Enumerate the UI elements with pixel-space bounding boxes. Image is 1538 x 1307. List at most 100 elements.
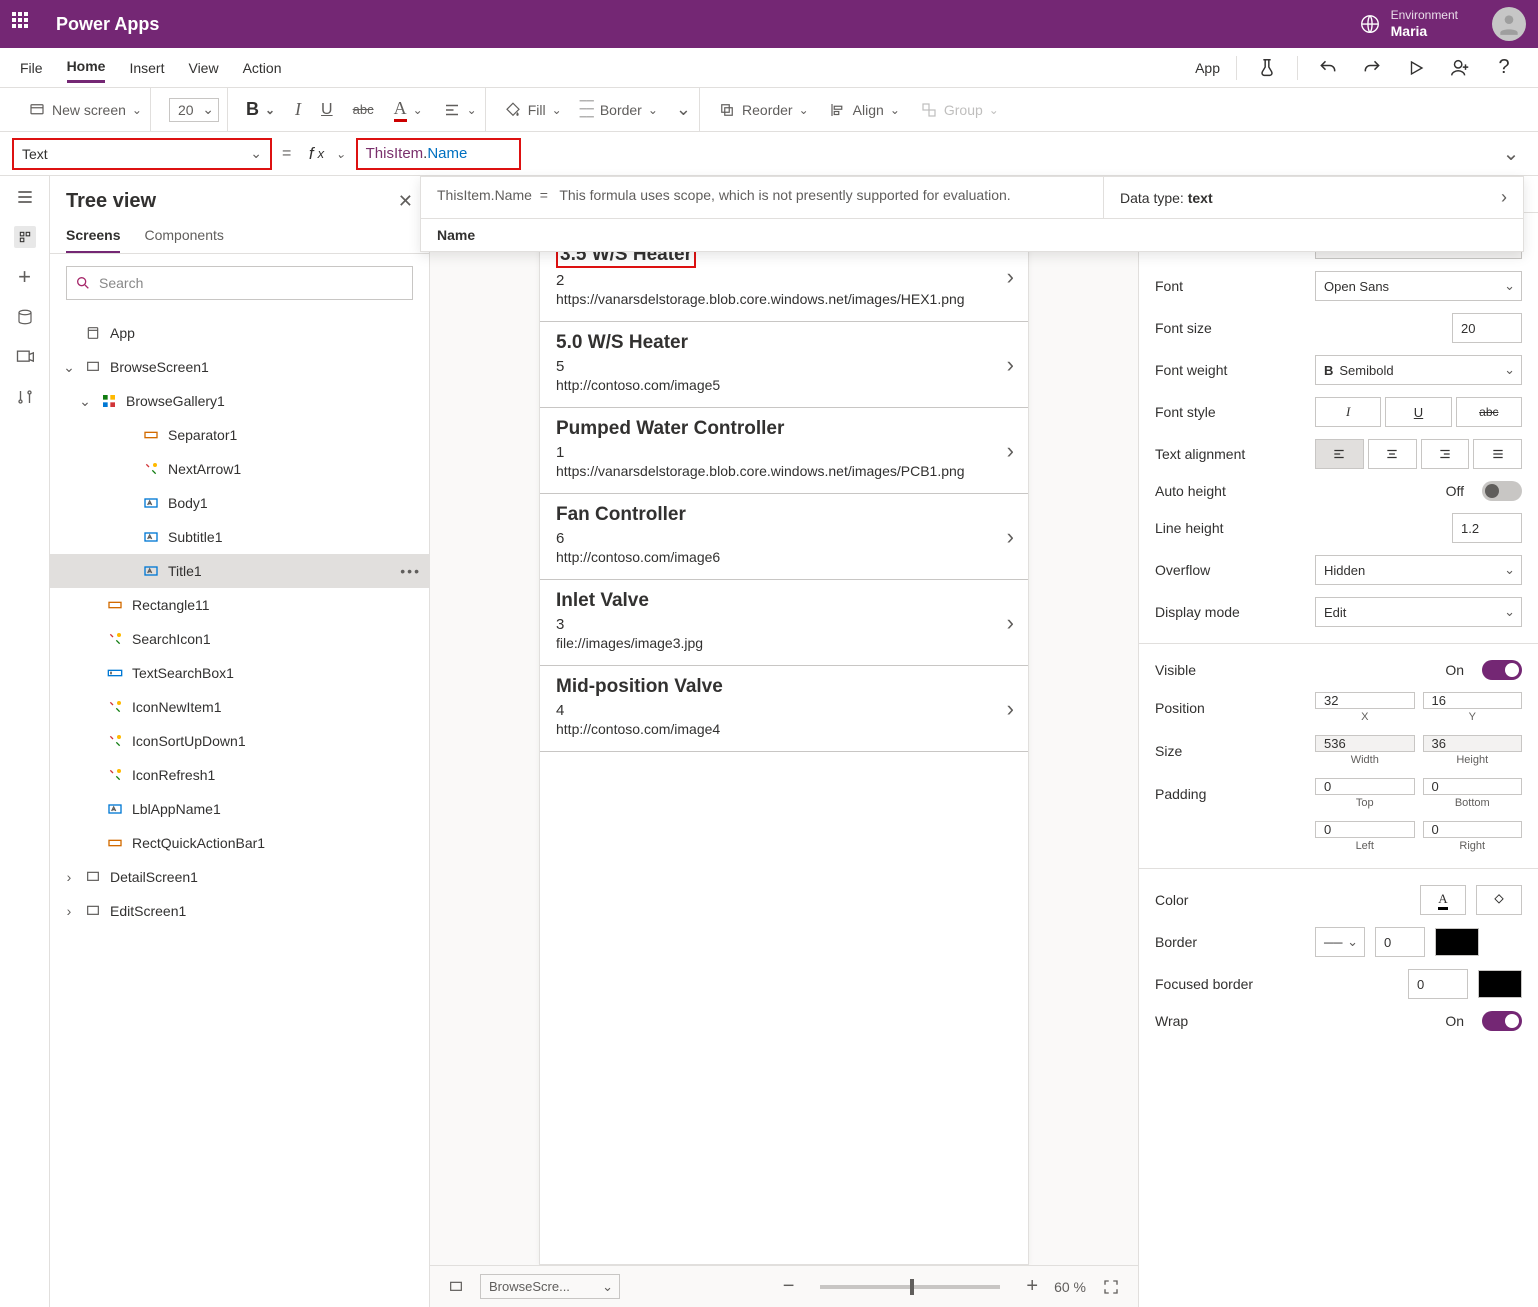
prop-overflow-select[interactable]: Hidden — [1315, 555, 1522, 585]
strikethrough-button[interactable]: abc — [353, 102, 374, 117]
gallery-item[interactable]: 5.0 W/S Heater 5 http://contoso.com/imag… — [540, 322, 1028, 408]
gallery-item[interactable]: Pumped Water Controller 1 https://vanars… — [540, 408, 1028, 494]
autoheight-toggle[interactable] — [1482, 481, 1522, 501]
item-title[interactable]: Fan Controller — [556, 504, 1012, 526]
new-screen-button[interactable]: New screen⌄ — [28, 101, 142, 119]
fill-button[interactable]: Fill⌄ — [504, 101, 562, 119]
play-icon[interactable] — [1402, 54, 1430, 82]
item-title[interactable]: Inlet Valve — [556, 590, 1012, 612]
tree-node-title[interactable]: Title1••• — [50, 554, 429, 588]
zoom-in-button[interactable]: + — [1026, 1275, 1038, 1298]
chevron-right-icon[interactable]: › — [1007, 610, 1014, 636]
more-format-button[interactable]: ⌄ — [676, 99, 691, 120]
menu-insert[interactable]: Insert — [129, 54, 164, 82]
border-button[interactable]: ──────Border⌄ — [580, 98, 658, 122]
rail-insert-icon[interactable]: + — [14, 266, 36, 288]
menu-action[interactable]: Action — [243, 54, 282, 82]
color-fill-button[interactable] — [1476, 885, 1522, 915]
font-color-button[interactable]: A⌄ — [394, 98, 423, 122]
tree-tab-components[interactable]: Components — [144, 219, 223, 253]
tree-node-iconrefresh[interactable]: IconRefresh1 — [50, 758, 429, 792]
zoom-slider[interactable] — [820, 1285, 1000, 1289]
bold-button[interactable]: B ⌄ — [246, 99, 275, 120]
prop-lineheight-input[interactable]: 1.2 — [1452, 513, 1522, 543]
tree-node-lblappname[interactable]: LblAppName1 — [50, 792, 429, 826]
tree-node-browse-gallery[interactable]: ⌄BrowseGallery1 — [50, 384, 429, 418]
tree-node-browse-screen[interactable]: ⌄BrowseScreen1 — [50, 350, 429, 384]
group-button[interactable]: Group⌄ — [920, 101, 999, 119]
tooltip-next-icon[interactable]: › — [1501, 187, 1507, 208]
prop-width-input[interactable]: 536 — [1315, 735, 1415, 752]
tree-node-subtitle[interactable]: Subtitle1 — [50, 520, 429, 554]
tree-node-separator[interactable]: Separator1 — [50, 418, 429, 452]
tree-node-rectquickaction[interactable]: RectQuickActionBar1 — [50, 826, 429, 860]
prop-x-input[interactable]: 32 — [1315, 692, 1415, 709]
menu-home[interactable]: Home — [67, 52, 106, 83]
chevron-right-icon[interactable]: › — [1007, 696, 1014, 722]
tree-node-app[interactable]: App — [50, 316, 429, 350]
text-align-button[interactable]: ⌄ — [443, 101, 477, 119]
prop-pad-bottom-input[interactable]: 0 — [1423, 778, 1523, 795]
prop-pad-top-input[interactable]: 0 — [1315, 778, 1415, 795]
prop-height-input[interactable]: 36 — [1423, 735, 1523, 752]
align-right[interactable] — [1421, 439, 1470, 469]
environment-switcher[interactable]: Environment Maria — [1359, 7, 1526, 41]
phone-preview[interactable]: Search items 3.5 W/S Heater 2 https://va… — [539, 184, 1029, 1265]
reorder-button[interactable]: Reorder⌄ — [718, 101, 809, 119]
item-title[interactable]: 5.0 W/S Heater — [556, 332, 1012, 354]
menu-file[interactable]: File — [20, 54, 43, 82]
align-justify[interactable] — [1473, 439, 1522, 469]
color-font-button[interactable]: A — [1420, 885, 1466, 915]
formula-input[interactable]: ThisItem.Name — [356, 138, 521, 170]
fontstyle-strike[interactable]: abc — [1456, 397, 1522, 427]
wrap-toggle[interactable] — [1482, 1011, 1522, 1031]
font-size-select[interactable]: 20 — [169, 98, 219, 122]
property-selector[interactable]: Text — [12, 138, 272, 170]
zoom-out-button[interactable]: − — [783, 1275, 795, 1298]
waffle-icon[interactable] — [12, 12, 36, 36]
item-title[interactable]: Mid-position Valve — [556, 676, 1012, 698]
rail-data-icon[interactable] — [14, 306, 36, 328]
gallery-item[interactable]: Mid-position Valve 4 http://contoso.com/… — [540, 666, 1028, 752]
tree-node-searchicon[interactable]: SearchIcon1 — [50, 622, 429, 656]
tree-node-textsearchbox[interactable]: TextSearchBox1 — [50, 656, 429, 690]
prop-y-input[interactable]: 16 — [1423, 692, 1523, 709]
app-checker-icon[interactable] — [1253, 54, 1281, 82]
chevron-right-icon[interactable]: › — [1007, 438, 1014, 464]
chevron-right-icon[interactable]: › — [1007, 524, 1014, 550]
rail-media-icon[interactable] — [14, 346, 36, 368]
formula-expand-icon[interactable]: ⌄ — [1496, 139, 1526, 169]
menu-app[interactable]: App — [1195, 54, 1220, 82]
rail-hamburger-icon[interactable] — [14, 186, 36, 208]
border-color-swatch[interactable] — [1435, 928, 1479, 956]
undo-icon[interactable] — [1314, 54, 1342, 82]
underline-button[interactable]: U — [321, 101, 333, 119]
rail-settings-icon[interactable] — [14, 386, 36, 408]
align-left[interactable] — [1315, 439, 1364, 469]
visible-toggle[interactable] — [1482, 660, 1522, 680]
menu-view[interactable]: View — [188, 54, 218, 82]
tree-node-iconnewitem[interactable]: IconNewItem1 — [50, 690, 429, 724]
prop-pad-left-input[interactable]: 0 — [1315, 821, 1415, 838]
prop-fontweight-select[interactable]: BSemibold — [1315, 355, 1522, 385]
fit-to-window-icon[interactable] — [1102, 1278, 1120, 1296]
share-icon[interactable] — [1446, 54, 1474, 82]
prop-pad-right-input[interactable]: 0 — [1423, 821, 1523, 838]
tree-node-detail-screen[interactable]: ›DetailScreen1 — [50, 860, 429, 894]
tree-search-input[interactable]: Search — [66, 266, 413, 300]
screen-selector[interactable]: BrowseScre... — [480, 1274, 620, 1299]
help-icon[interactable]: ? — [1490, 54, 1518, 82]
border-style-select[interactable]: ── — [1315, 927, 1365, 957]
prop-font-select[interactable]: Open Sans — [1315, 271, 1522, 301]
gallery-item[interactable]: Fan Controller 6 http://contoso.com/imag… — [540, 494, 1028, 580]
tree-node-rectangle[interactable]: Rectangle11 — [50, 588, 429, 622]
chevron-right-icon[interactable]: › — [1007, 264, 1014, 290]
user-avatar[interactable] — [1492, 7, 1526, 41]
fontstyle-underline[interactable]: U — [1385, 397, 1451, 427]
focused-border-width-input[interactable]: 0 — [1408, 969, 1468, 999]
item-title[interactable]: Pumped Water Controller — [556, 418, 1012, 440]
tree-node-more-icon[interactable]: ••• — [400, 563, 421, 579]
tree-tab-screens[interactable]: Screens — [66, 219, 120, 253]
prop-fontsize-input[interactable]: 20 — [1452, 313, 1522, 343]
italic-button[interactable]: I — [295, 99, 301, 120]
